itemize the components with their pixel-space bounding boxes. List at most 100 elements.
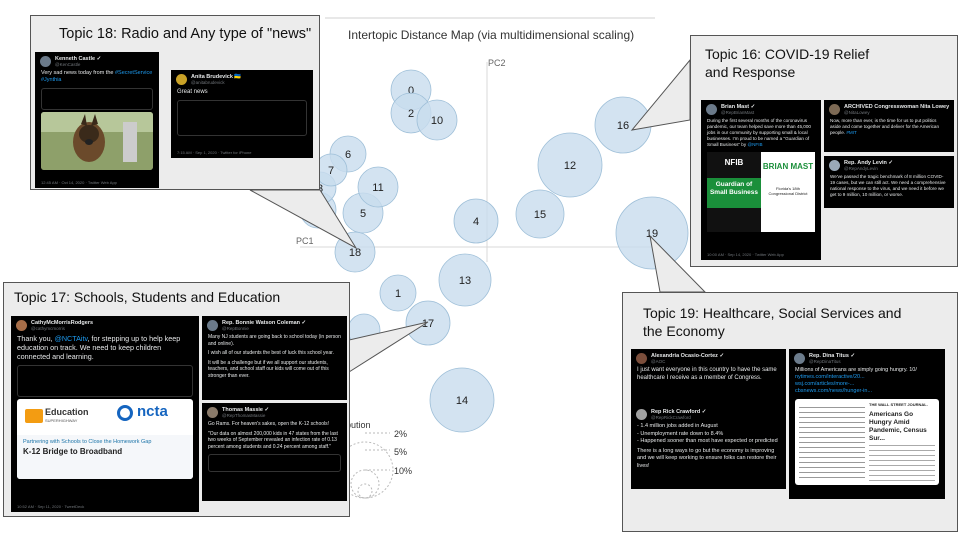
avatar bbox=[636, 409, 647, 420]
topic-bubble-16[interactable]: 16 bbox=[594, 96, 652, 154]
tweet-text-2: I wish all of our students the best of l… bbox=[208, 350, 334, 356]
tweet-text: Many NJ students are going back to schoo… bbox=[208, 334, 341, 347]
avatar bbox=[829, 104, 840, 115]
tweet-card: Rep. Andy Levin ✓ @RepAndyLevin We've pas… bbox=[824, 156, 954, 208]
tweet-link-2[interactable]: wsj.com/articles/more-... bbox=[795, 381, 939, 388]
topic-bubble-1[interactable]: 1 bbox=[379, 274, 417, 312]
topic-bubble-10[interactable]: 10 bbox=[416, 99, 458, 141]
avatar bbox=[207, 320, 218, 331]
legend-value-2: 2% bbox=[394, 429, 408, 439]
avatar bbox=[207, 407, 218, 418]
topic-label-6: 6 bbox=[345, 149, 351, 161]
tweet-hashtag[interactable]: #Jynthia bbox=[41, 77, 153, 84]
wsj-masthead: THE WALL STREET JOURNAL. bbox=[869, 402, 928, 407]
topic-bubble-12[interactable]: 12 bbox=[537, 132, 603, 198]
topic-bubble-15[interactable]: 15 bbox=[515, 189, 565, 239]
quoted-tweet bbox=[177, 100, 307, 136]
avatar bbox=[636, 353, 647, 364]
topic-bubble-19[interactable]: 19 bbox=[615, 196, 689, 270]
topic-label-5: 5 bbox=[360, 208, 366, 220]
quoted-tweet bbox=[17, 365, 193, 397]
tweet-text: We've passed the tragic benchmark of 8 m… bbox=[830, 174, 946, 197]
topic-label-7: 7 bbox=[328, 165, 334, 177]
tweet-card: Kenneth Castle ✓ @KenCastle Very sad news… bbox=[35, 52, 159, 188]
topic-label-18: 18 bbox=[349, 247, 361, 259]
superhighway-label: SUPERHIGHWAY bbox=[45, 418, 78, 423]
callout-title-line-1: Topic 16: COVID-19 Relief bbox=[705, 46, 870, 62]
tweet-card: Alexandria Ocasio-Cortez ✓ @AOC I just wa… bbox=[631, 349, 786, 405]
avatar bbox=[16, 320, 27, 331]
tweet-text-3: It will be a challenge but if we all sup… bbox=[208, 359, 329, 379]
topic-label-19: 19 bbox=[646, 228, 658, 240]
education-logo-icon bbox=[25, 409, 43, 423]
education-label: Education bbox=[45, 407, 89, 417]
topic-map-figure: Intertopic Distance Map (via multidimens… bbox=[0, 0, 960, 540]
topic-bubble-18[interactable]: 18 bbox=[334, 231, 376, 273]
quoted-tweet bbox=[41, 88, 153, 110]
topic-bubble-11[interactable]: 11 bbox=[357, 166, 399, 208]
tweet-text: Go Rams. For heaven's sakes, open the K-… bbox=[208, 421, 330, 427]
topic-label-4: 4 bbox=[473, 216, 479, 228]
legend-value-10: 10% bbox=[394, 466, 413, 476]
guardian-banner: Guardian of Small Business bbox=[707, 178, 761, 208]
tweet-text: Very sad news today from the bbox=[41, 70, 115, 76]
card-headline: K-12 Bridge to Broadband bbox=[23, 447, 123, 456]
wsj-headline: Americans Go Hungry Amid Pandemic, Censu… bbox=[869, 411, 927, 442]
tweet-line-4: There is a long ways to go but the econo… bbox=[637, 447, 777, 469]
tweet-link-1[interactable]: nytimes.com/interactive/20... bbox=[795, 374, 939, 381]
tweet-card: ARCHIVED Congresswoman Nita Lowey @NitaLo… bbox=[824, 100, 954, 152]
tweet-line-2: - Unemployment rate down to 8.4% bbox=[637, 430, 724, 437]
callout-topic-16: Topic 16: COVID-19 Relief and Response B… bbox=[690, 35, 958, 267]
tweet-footer: 10:52 AM · Sep 11, 2020 · TweetDeck bbox=[17, 504, 85, 509]
newspaper-image: THE WALL STREET JOURNAL. Americans Go Hu… bbox=[795, 399, 939, 485]
tweet-card: Rep Rick Crawford ✓ @RepRickCrawford - 1.… bbox=[631, 405, 786, 489]
topic-label-17: 17 bbox=[422, 318, 434, 330]
legend-value-5: 5% bbox=[394, 447, 408, 457]
avatar bbox=[40, 56, 51, 67]
ncta-logo-icon bbox=[117, 405, 133, 421]
topic-bubble-14[interactable]: 14 bbox=[429, 367, 495, 433]
tweet-text: Thank you, bbox=[17, 334, 55, 343]
topic-bubble-17[interactable]: 17 bbox=[405, 300, 451, 346]
topic-bubble-13[interactable]: 13 bbox=[438, 253, 492, 307]
tweet-card: Anita Brudevick 🇺🇦 @anitabrudevick Great … bbox=[171, 70, 313, 158]
avatar bbox=[706, 104, 717, 115]
topic-label-13: 13 bbox=[459, 275, 471, 287]
topic-label-10: 10 bbox=[431, 115, 443, 127]
tweet-card: Brian Mast ✓ @RepBrianMast During the fir… bbox=[701, 100, 821, 260]
tweet-line-1: - 1.4 million jobs added in August bbox=[637, 423, 718, 429]
tweet-card: Rep. Dina Titus ✓ @RepDinaTitus Millions … bbox=[789, 349, 945, 499]
dog-photo bbox=[41, 112, 153, 170]
tweet-line-3: - Happened sooner than most have expecte… bbox=[637, 438, 778, 444]
tweet-text-2: "Our data on almost 200,000 kids in 47 s… bbox=[208, 430, 338, 450]
nfib-graphic: NFIB Guardian of Small Business BRIAN MA… bbox=[707, 152, 815, 232]
callout-topic-19: Topic 19: Healthcare, Social Services an… bbox=[622, 292, 958, 532]
tweet-text: Millions of Americans are simply going h… bbox=[795, 367, 917, 373]
topic-label-14: 14 bbox=[456, 395, 468, 407]
nfib-logo: NFIB bbox=[724, 158, 744, 167]
topic-label-1: 1 bbox=[395, 288, 401, 300]
callout-topic-18: Topic 18: Radio and Any type of "news" K… bbox=[30, 15, 320, 190]
callout-title: Topic 18: Radio and Any type of "news" bbox=[59, 26, 312, 42]
card-subtitle: Partnering with Schools to Close the Hom… bbox=[23, 439, 152, 445]
district-label: Florida's 18th Congressional District bbox=[768, 186, 808, 196]
tweet-link-3[interactable]: cbsnews.com/news/hunger-in... bbox=[795, 388, 939, 395]
topic-label-16: 16 bbox=[617, 120, 629, 132]
avatar bbox=[829, 160, 840, 171]
topic-bubble-4[interactable]: 4 bbox=[453, 198, 499, 244]
avatar bbox=[794, 353, 805, 364]
quoted-tweet bbox=[208, 454, 341, 472]
tweet-card: CathyMcMorrisRodgers @cathymcmorris Thank… bbox=[11, 316, 199, 512]
topic-label-12: 12 bbox=[564, 160, 576, 172]
ncta-label: ncta bbox=[137, 403, 168, 420]
tweet-link[interactable]: @NFIB bbox=[747, 142, 762, 147]
topic-bubble-partial bbox=[347, 313, 381, 347]
callout-title-line-2: the Economy bbox=[643, 323, 725, 339]
tweet-text: I just want everyone in this country to … bbox=[637, 367, 777, 381]
brian-mast-name: BRIAN MAST bbox=[762, 162, 814, 171]
tweet-card: Rep. Bonnie Watson Coleman ✓ @RepBonnie M… bbox=[202, 316, 347, 400]
tweet-link[interactable]: #SecretService bbox=[115, 70, 152, 76]
tweet-link[interactable]: #MIT bbox=[846, 130, 856, 135]
callout-title-line-2: and Response bbox=[705, 64, 796, 80]
tweet-link[interactable]: @NCTAitv bbox=[55, 334, 88, 343]
